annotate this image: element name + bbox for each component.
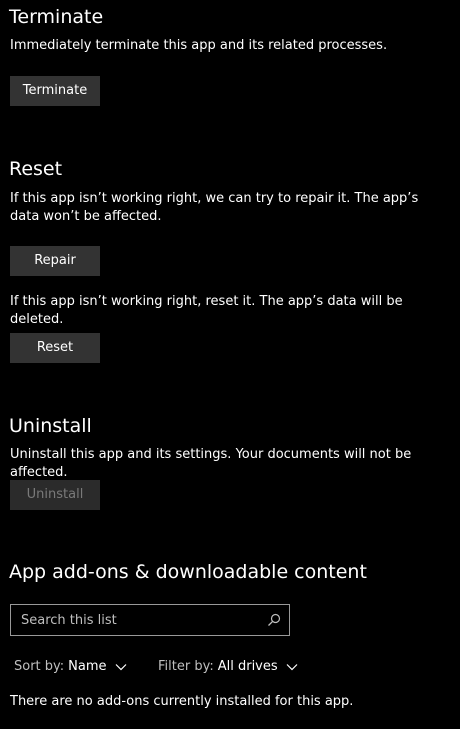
reset-heading: Reset (9, 158, 63, 180)
chevron-down-icon (286, 664, 298, 671)
uninstall-heading: Uninstall (9, 415, 92, 437)
terminate-button[interactable]: Terminate (10, 76, 100, 106)
empty-addons-message: There are no add-ons currently installed… (10, 694, 354, 709)
reset-button[interactable]: Reset (10, 333, 100, 363)
filter-dropdown[interactable]: Filter by: All drives (158, 658, 298, 676)
repair-description: If this app isn’t working right, we can … (10, 191, 419, 224)
uninstall-button[interactable]: Uninstall (10, 480, 100, 510)
filter-value: All drives (217, 659, 278, 674)
addons-heading: App add-ons & downloadable content (9, 561, 367, 583)
repair-button[interactable]: Repair (10, 246, 100, 276)
search-input[interactable] (21, 605, 261, 635)
filter-label: Filter by: (158, 659, 214, 674)
chevron-down-icon (115, 664, 126, 671)
sort-dropdown[interactable]: Sort by: Name (14, 658, 127, 676)
sort-label: Sort by: (14, 659, 65, 674)
uninstall-description: Uninstall this app and its settings. You… (10, 447, 412, 480)
terminate-heading: Terminate (9, 6, 104, 28)
reset-description: If this app isn’t working right, reset i… (10, 294, 403, 327)
search-box[interactable] (10, 604, 290, 636)
sort-value: Name (68, 659, 107, 674)
search-icon[interactable] (267, 613, 281, 627)
terminate-description: Immediately terminate this app and its r… (10, 38, 388, 53)
